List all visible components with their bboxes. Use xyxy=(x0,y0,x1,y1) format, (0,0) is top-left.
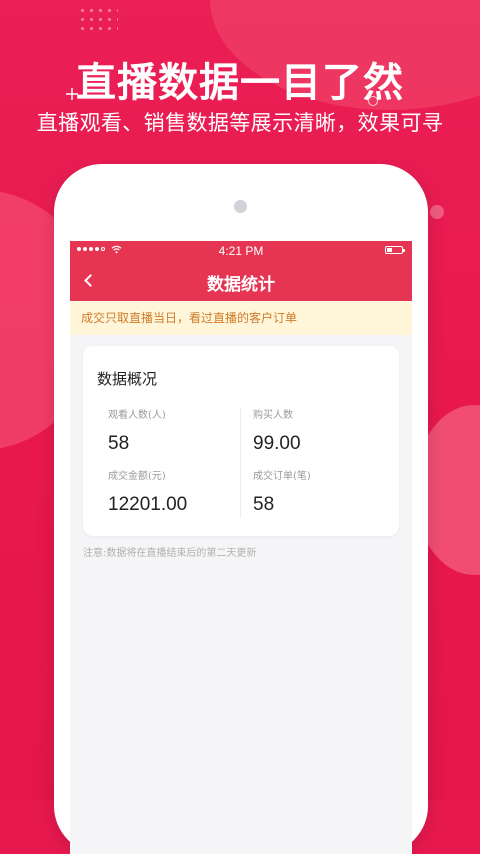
update-notice: 注意:数据将在直播结束后的第二天更新 xyxy=(83,548,257,559)
promo-title: 直播数据一目了然 xyxy=(76,60,404,106)
page-title: 数据统计 xyxy=(207,275,275,295)
stat-value: 99.00 xyxy=(253,433,301,454)
stat-label: 成交订单(笔) xyxy=(253,471,311,482)
stat-label: 成交金额(元) xyxy=(108,471,166,482)
stat-value: 58 xyxy=(253,494,275,515)
battery-icon xyxy=(385,246,405,254)
dot-grid-decoration xyxy=(78,6,118,36)
stat-label: 购买人数 xyxy=(253,410,293,421)
camera-icon xyxy=(234,200,247,213)
promo-subtitle: 直播观看、销售数据等展示清晰，效果可寻 xyxy=(36,111,444,135)
status-time: 4:21 PM xyxy=(218,244,264,258)
stat-buyers: 购买人数 99.00 xyxy=(253,409,393,454)
stat-viewers: 观看人数(人) 58 xyxy=(108,409,248,454)
navigation-bar: 数据统计 xyxy=(70,261,412,301)
notice-banner: 成交只取直播当日，看过直播的客户订单 xyxy=(70,301,412,335)
stat-label: 观看人数(人) xyxy=(108,410,166,421)
stats-overview-card: 数据概况 观看人数(人) 58 购买人数 99.00 成交金额(元) 12201… xyxy=(83,346,399,536)
stat-value: 58 xyxy=(108,433,130,454)
stat-orders: 成交订单(笔) 58 xyxy=(253,470,393,515)
phone-screen: 4:21 PM 数据统计 成交只取直播当日，看过直播的客户订单 数据概况 观看人… xyxy=(70,241,412,854)
notice-text: 成交只取直播当日，看过直播的客户订单 xyxy=(81,311,298,325)
dot-decoration xyxy=(430,205,444,219)
status-bar: 4:21 PM xyxy=(70,241,412,261)
phone-mockup: 4:21 PM 数据统计 成交只取直播当日，看过直播的客户订单 数据概况 观看人… xyxy=(54,164,428,854)
stat-revenue: 成交金额(元) 12201.00 xyxy=(108,470,248,515)
stat-value: 12201.00 xyxy=(108,494,188,515)
card-title: 数据概况 xyxy=(97,370,158,388)
